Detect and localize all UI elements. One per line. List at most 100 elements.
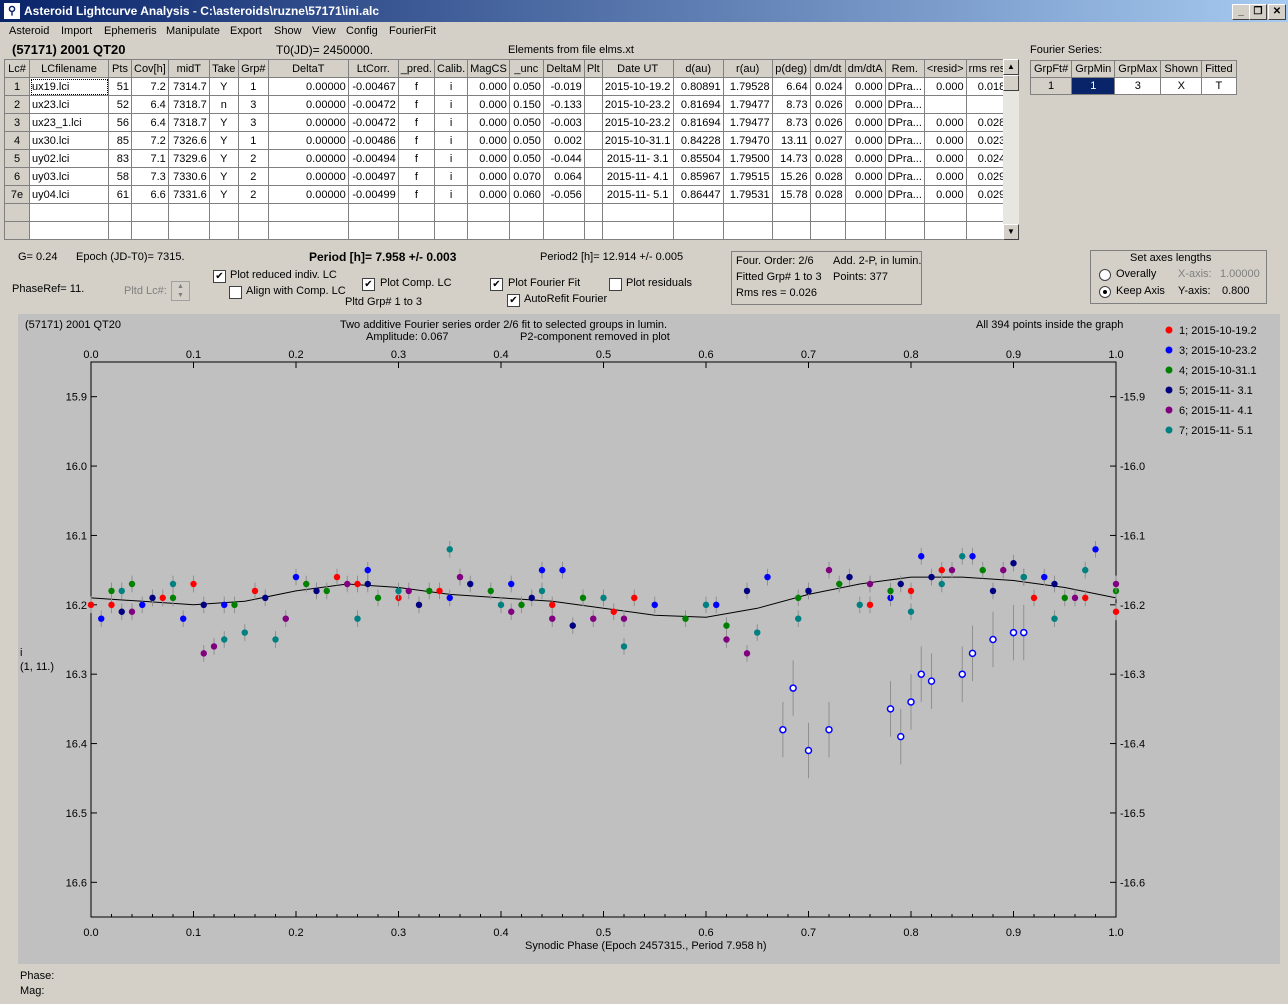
table-cell[interactable]: -0.00467 (347, 77, 399, 96)
table-cell[interactable]: 51 (108, 77, 132, 96)
table-cell[interactable]: -0.00494 (347, 149, 399, 168)
fourier-cell[interactable]: X (1160, 77, 1203, 95)
table-cell[interactable] (467, 203, 510, 222)
menu-import[interactable]: Import (61, 25, 92, 37)
table-column-header[interactable]: _unc (508, 59, 544, 78)
table-cell[interactable]: DPra... (884, 95, 925, 114)
table-cell[interactable] (583, 113, 603, 132)
table-cell[interactable]: 58 (108, 167, 132, 186)
table-cell[interactable]: -0.00486 (347, 131, 399, 150)
table-cell[interactable]: f (397, 77, 436, 96)
row-header[interactable]: 4 (4, 131, 30, 150)
table-cell[interactable]: 0.000 (467, 149, 510, 168)
minimize-button[interactable]: _ (1232, 4, 1250, 20)
fourier-cell-selected[interactable]: 1 (1071, 77, 1116, 95)
table-cell[interactable]: 8.73 (771, 95, 811, 114)
table-cell[interactable]: 2015-10-23.2 (601, 113, 674, 132)
table-cell[interactable] (433, 221, 469, 240)
table-cell[interactable] (583, 131, 603, 150)
table-cell[interactable] (844, 203, 886, 222)
row-header[interactable] (4, 203, 30, 222)
table-cell[interactable]: 0.000 (923, 149, 967, 168)
table-cell[interactable]: 0.024 (809, 77, 846, 96)
table-column-header[interactable]: dm/dtA (844, 59, 886, 78)
table-row[interactable]: 2 ux23.lci 52 6.4 7318.7 n 3 0.00000 -0.00472 f i 0… (4, 95, 1009, 114)
table-cell[interactable]: 7326.6 (167, 131, 210, 150)
table-cell[interactable]: ux23_1.lci (29, 113, 109, 132)
menu-asteroid[interactable]: Asteroid (9, 25, 49, 37)
table-cell[interactable]: 0.84228 (672, 131, 724, 150)
table-cell[interactable]: 0.050 (508, 149, 544, 168)
row-header[interactable]: 7e (4, 185, 30, 204)
table-column-header[interactable]: LCfilename (29, 59, 109, 78)
table-cell[interactable]: 2015-10-31.1 (601, 131, 674, 150)
fourier-cell[interactable]: T (1201, 77, 1237, 95)
row-header[interactable]: 5 (4, 149, 30, 168)
table-cell[interactable]: 1.79500 (722, 149, 773, 168)
table-cell[interactable]: 85 (108, 131, 132, 150)
table-column-header[interactable]: Lc# (4, 59, 30, 78)
table-cell[interactable]: 0.00000 (267, 77, 349, 96)
table-cell[interactable]: 0.028 (809, 167, 846, 186)
table-cell[interactable]: 0.060 (508, 185, 544, 204)
table-cell[interactable] (583, 203, 603, 222)
table-cell[interactable]: i (433, 131, 469, 150)
table-cell[interactable]: 0.000 (844, 185, 886, 204)
table-cell[interactable]: 0.028 (965, 113, 1009, 132)
table-cell[interactable]: 0.023 (965, 131, 1009, 150)
table-cell[interactable] (29, 221, 109, 240)
table-cell[interactable]: 0.000 (467, 185, 510, 204)
table-cell[interactable]: 56 (108, 113, 132, 132)
table-cell[interactable]: 6.64 (771, 77, 811, 96)
table-cell[interactable]: uy02.lci (29, 149, 109, 168)
table-column-header[interactable]: Plt (583, 59, 603, 78)
fourier-table[interactable]: GrpFt# GrpMin GrpMax Shown Fitted 1 1 3 … (1029, 60, 1237, 95)
menu-config[interactable]: Config (346, 25, 378, 37)
plot-reduced-checkbox[interactable]: ✔ (213, 270, 226, 283)
lightcurve-plot-area[interactable]: (57171) 2001 QT20 Two additive Fourier s… (18, 314, 1280, 964)
table-cell[interactable]: 7318.7 (167, 95, 210, 114)
table-cell[interactable] (347, 221, 399, 240)
table-cell[interactable]: -0.133 (542, 95, 585, 114)
table-cell[interactable]: 1.79531 (722, 185, 773, 204)
table-cell[interactable]: 6.4 (131, 113, 169, 132)
table-column-header[interactable]: dm/dt (809, 59, 846, 78)
table-column-header[interactable]: Pts (108, 59, 132, 78)
table-cell[interactable] (771, 221, 811, 240)
row-header[interactable]: 3 (4, 113, 30, 132)
table-cell[interactable]: -0.00472 (347, 95, 399, 114)
table-column-header[interactable]: <resid> (923, 59, 967, 78)
overally-radio[interactable] (1099, 269, 1111, 281)
table-cell[interactable]: DPra... (884, 131, 925, 150)
table-column-header[interactable]: DeltaT (267, 59, 349, 78)
table-cell[interactable]: Y (208, 77, 239, 96)
table-cell[interactable]: 2015-10-19.2 (601, 77, 674, 96)
table-cell[interactable] (542, 221, 585, 240)
table-cell[interactable]: 0.000 (844, 131, 886, 150)
table-cell[interactable]: 3 (237, 95, 269, 114)
table-cell[interactable] (965, 221, 1009, 240)
table-cell[interactable]: 7318.7 (167, 113, 210, 132)
table-cell[interactable]: 61 (108, 185, 132, 204)
table-cell[interactable]: DPra... (884, 113, 925, 132)
table-cell[interactable]: 0.000 (844, 77, 886, 96)
table-cell[interactable]: 0.000 (923, 185, 967, 204)
table-cell[interactable]: 0.029 (965, 185, 1009, 204)
table-cell[interactable]: 1.79470 (722, 131, 773, 150)
table-cell[interactable] (923, 203, 967, 222)
table-cell[interactable]: -0.019 (542, 77, 585, 96)
table-cell[interactable]: 2015-11- 3.1 (601, 149, 674, 168)
table-cell[interactable]: 7.2 (131, 77, 169, 96)
table-cell[interactable]: DPra... (884, 77, 925, 96)
table-cell[interactable]: 7329.6 (167, 149, 210, 168)
close-button[interactable]: ✕ (1268, 4, 1286, 20)
align-comp-checkbox[interactable] (229, 286, 242, 299)
plot-residuals-checkbox[interactable] (609, 278, 622, 291)
table-row[interactable]: 1 ux19.lci 51 7.2 7314.7 Y 1 0.00000 -0.00467 f i 0… (4, 77, 1009, 96)
table-cell[interactable]: 1.79477 (722, 113, 773, 132)
table-cell[interactable] (542, 203, 585, 222)
keep-axis-radio[interactable] (1099, 286, 1111, 298)
table-cell[interactable]: 83 (108, 149, 132, 168)
table-cell[interactable] (397, 221, 436, 240)
table-cell[interactable]: -0.044 (542, 149, 585, 168)
